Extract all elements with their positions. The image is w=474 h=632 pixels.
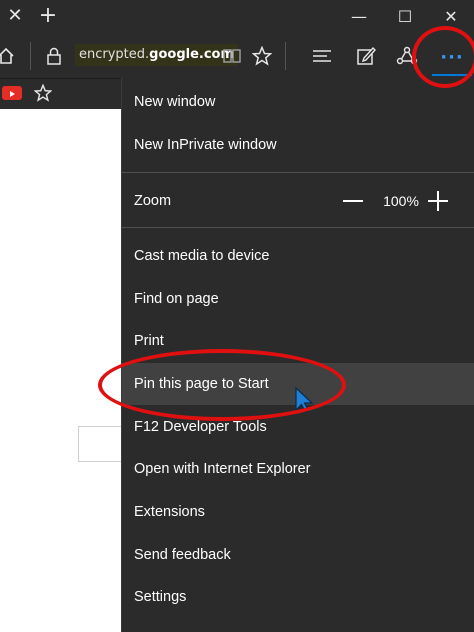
star-icon[interactable] <box>248 42 276 70</box>
new-tab-button[interactable]: + <box>36 4 60 28</box>
zoom-out-button[interactable] <box>342 190 364 212</box>
more-actions-menu: New window New InPrivate window Zoom 100… <box>121 78 474 632</box>
menu-item-find-on-page[interactable]: Find on page <box>122 278 474 320</box>
title-bar: ✕ + — ☐ ✕ <box>0 0 474 34</box>
menu-item-extensions[interactable]: Extensions <box>122 491 474 533</box>
youtube-icon[interactable] <box>2 86 22 100</box>
address-prefix: encrypted. <box>79 47 150 62</box>
web-note-icon[interactable] <box>352 42 380 70</box>
minimize-button[interactable]: — <box>336 0 382 34</box>
close-window-button[interactable]: ✕ <box>428 0 474 34</box>
zoom-in-button[interactable] <box>427 190 449 212</box>
share-icon[interactable] <box>393 42 421 70</box>
menu-item-zoom: Zoom 100% <box>122 180 474 222</box>
menu-divider <box>122 172 474 173</box>
tab-close-button[interactable]: ✕ <box>4 5 26 27</box>
reading-view-icon[interactable] <box>218 42 246 70</box>
menu-item-settings[interactable]: Settings <box>122 576 474 618</box>
menu-item-print[interactable]: Print <box>122 320 474 362</box>
address-bar[interactable]: encrypted.google.com <box>75 44 239 66</box>
zoom-value: 100% <box>383 193 419 209</box>
menu-item-open-with-ie[interactable]: Open with Internet Explorer <box>122 448 474 490</box>
star-outline-icon[interactable] <box>33 83 54 104</box>
menu-item-new-window[interactable]: New window <box>122 81 474 123</box>
toolbar-separator <box>285 42 286 70</box>
menu-item-new-inprivate-window[interactable]: New InPrivate window <box>122 124 474 166</box>
navigation-bar: encrypted.google.com ··· <box>0 34 474 79</box>
zoom-label: Zoom <box>134 193 172 209</box>
more-icon[interactable]: ··· <box>432 40 472 76</box>
maximize-button[interactable]: ☐ <box>382 0 428 34</box>
menu-divider <box>122 227 474 228</box>
menu-item-cast-media[interactable]: Cast media to device <box>122 235 474 277</box>
lock-icon[interactable] <box>40 42 68 70</box>
toolbar-separator <box>30 42 31 70</box>
menu-item-send-feedback[interactable]: Send feedback <box>122 534 474 576</box>
hub-icon[interactable] <box>308 42 336 70</box>
home-icon[interactable] <box>0 42 20 70</box>
mouse-cursor-icon <box>294 386 318 414</box>
